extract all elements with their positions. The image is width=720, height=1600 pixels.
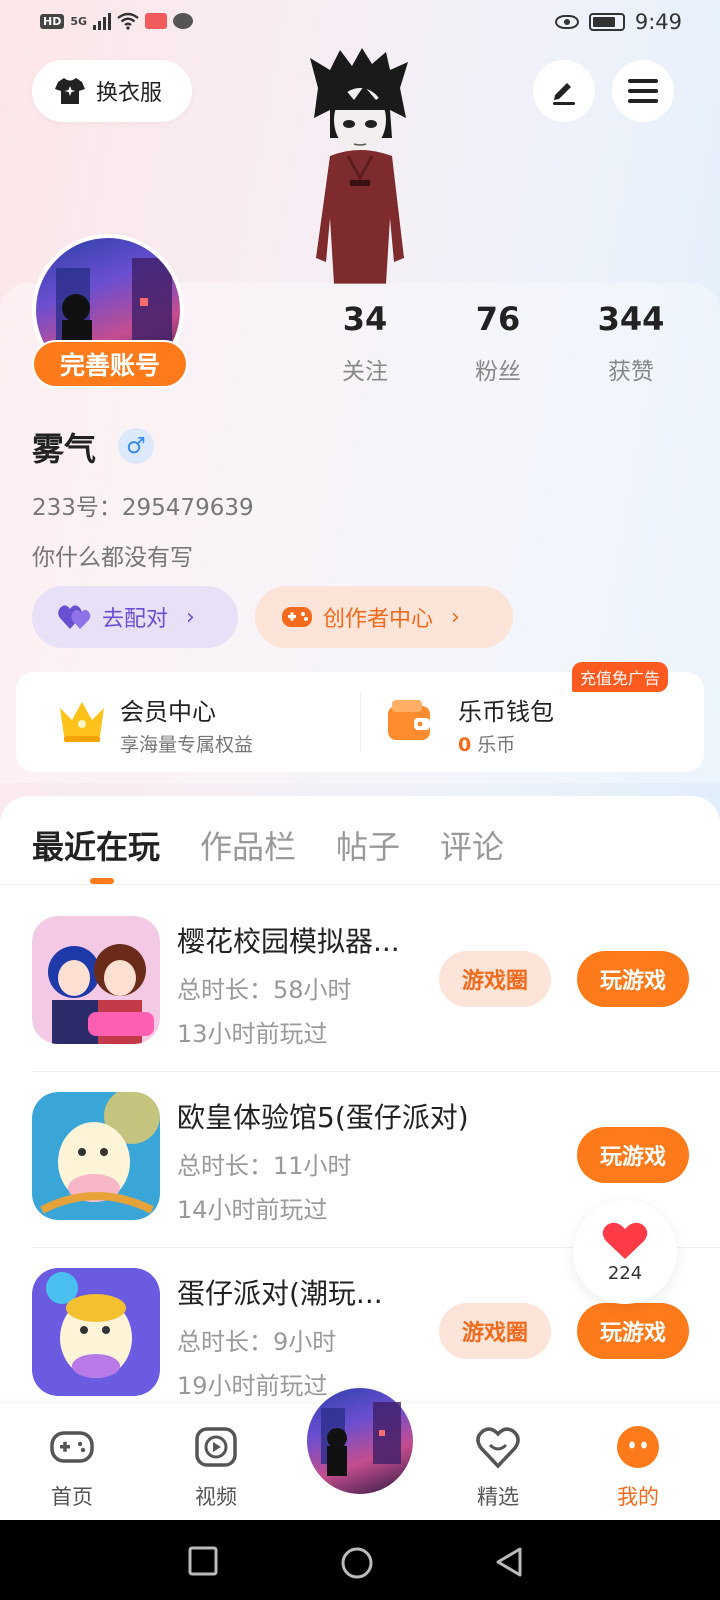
creator-center-button[interactable]: 创作者中心 ›	[255, 586, 513, 648]
like-count: 224	[607, 1262, 643, 1284]
status-right: 9:49	[554, 10, 682, 34]
chevron-right-icon: ›	[451, 604, 460, 630]
play-game-button[interactable]: 玩游戏	[577, 1303, 689, 1359]
change-outfit-label: 换衣服	[96, 81, 163, 106]
crown-icon	[60, 702, 104, 742]
profile-tabs: 最近在玩 作品栏 帖子 评论	[32, 822, 504, 868]
game-duration: 总时长：9小时	[177, 1328, 337, 1356]
member-title: 会员中心	[120, 698, 216, 726]
nav-video-label: 视频	[195, 1485, 237, 1509]
nav-center-avatar-button[interactable]	[303, 1384, 417, 1498]
wallet-title: 乐币钱包	[458, 698, 554, 726]
creator-center-label: 创作者中心	[323, 607, 434, 632]
match-label: 去配对	[102, 607, 169, 632]
coin-unit: 乐币	[477, 734, 516, 756]
nav-me-label: 我的	[617, 1485, 659, 1509]
tab-posts[interactable]: 帖子	[336, 822, 400, 868]
game-icon-eggy-party-trend	[32, 1268, 160, 1396]
stat-following[interactable]: 34 关注	[305, 300, 425, 386]
video-icon	[195, 1427, 237, 1467]
play-game-button[interactable]: 玩游戏	[577, 1127, 689, 1183]
app-notification-icon	[145, 13, 168, 29]
hd-badge: HD	[40, 13, 65, 29]
likes-label: 获赞	[608, 359, 654, 385]
nav-home[interactable]: 首页	[22, 1424, 122, 1511]
game-circle-button[interactable]: 游戏圈	[439, 1303, 551, 1359]
system-navigation-bar	[0, 1520, 720, 1600]
member-wallet-card: 会员中心 享海量专属权益 乐币钱包 0 乐币 充值免广告	[16, 662, 704, 772]
complete-account-badge[interactable]: 完善账号	[32, 340, 188, 388]
nav-home-label: 首页	[51, 1485, 93, 1509]
avatar-character[interactable]	[300, 48, 420, 284]
coin-value: 0	[458, 734, 472, 756]
gamepad-icon	[282, 607, 312, 627]
wallet[interactable]: 乐币钱包 0 乐币 充值免广告	[360, 662, 704, 772]
following-label: 关注	[342, 359, 388, 385]
likes-count: 344	[597, 300, 665, 338]
game-icon-eggy-party	[32, 1092, 160, 1220]
game-last-played: 13小时前玩过	[177, 1020, 328, 1048]
wechat-icon	[173, 13, 194, 29]
game-row[interactable]: 樱花校园模拟器... 总时长：58小时 13小时前玩过 游戏圈 玩游戏	[32, 896, 720, 1072]
male-gender-icon: ♂	[118, 428, 154, 464]
nav-video[interactable]: 视频	[166, 1424, 266, 1511]
eye-icon	[554, 15, 579, 29]
game-circle-button[interactable]: 游戏圈	[439, 951, 551, 1007]
game-duration: 总时长：11小时	[177, 1152, 352, 1180]
edit-icon	[553, 83, 575, 105]
following-count: 34	[342, 300, 388, 338]
stat-likes[interactable]: 344 获赞	[571, 300, 691, 386]
game-name: 欧皇体验馆5(蛋仔派对)	[177, 1101, 469, 1134]
heart-icon	[602, 1222, 648, 1259]
gamepad-icon	[50, 1431, 94, 1463]
wallet-icon	[388, 700, 430, 740]
nav-featured[interactable]: 精选	[448, 1424, 548, 1511]
user-id: 233号：295479639	[32, 495, 254, 521]
game-last-played: 14小时前玩过	[177, 1196, 328, 1224]
home-circle-icon[interactable]	[340, 1546, 374, 1580]
game-icon-sakura	[32, 916, 160, 1044]
tab-comments[interactable]: 评论	[440, 822, 504, 868]
bio[interactable]: 你什么都没有写	[32, 538, 193, 572]
wifi-icon	[117, 12, 139, 30]
clock: 9:49	[634, 10, 682, 34]
like-float-button[interactable]: 224	[573, 1200, 677, 1304]
fans-label: 粉丝	[475, 359, 521, 385]
member-subtitle: 享海量专属权益	[120, 734, 254, 756]
change-outfit-button[interactable]: 换衣服	[32, 60, 192, 122]
tab-recent-played[interactable]: 最近在玩	[32, 822, 160, 868]
menu-button[interactable]	[612, 60, 674, 122]
menu-icon	[628, 79, 658, 103]
game-duration: 总时长：58小时	[177, 976, 352, 1004]
username: 雾气	[32, 430, 97, 468]
center-avatar-image	[321, 1402, 401, 1476]
member-center[interactable]: 会员中心 享海量专属权益	[16, 672, 360, 772]
stat-fans[interactable]: 76 粉丝	[438, 300, 558, 386]
game-name: 樱花校园模拟器...	[177, 925, 400, 958]
signal-icon	[93, 12, 112, 30]
tshirt-icon	[55, 78, 85, 104]
double-heart-icon	[58, 605, 91, 629]
edit-profile-button[interactable]	[533, 60, 595, 122]
back-triangle-icon[interactable]	[494, 1546, 524, 1578]
status-left: HD 5G	[40, 12, 194, 30]
play-game-button[interactable]: 玩游戏	[577, 951, 689, 1007]
me-icon	[617, 1426, 659, 1468]
status-bar: HD 5G 9:49	[0, 0, 720, 48]
network-badge: 5G	[70, 14, 88, 28]
game-name: 蛋仔派对(潮玩...	[177, 1277, 383, 1310]
heart-chat-icon	[476, 1427, 520, 1469]
nav-me[interactable]: 我的	[588, 1424, 688, 1511]
fans-count: 76	[475, 300, 521, 338]
tab-works[interactable]: 作品栏	[200, 822, 296, 868]
battery-icon	[588, 13, 625, 31]
recent-apps-icon[interactable]	[188, 1546, 218, 1576]
game-last-played: 19小时前玩过	[177, 1372, 328, 1400]
match-button[interactable]: 去配对 ›	[32, 586, 238, 648]
nav-featured-label: 精选	[477, 1485, 519, 1509]
chevron-right-icon: ›	[186, 604, 195, 630]
wallet-balance: 0 乐币	[458, 730, 515, 757]
recharge-tag[interactable]: 充值免广告	[572, 662, 669, 692]
tabs-divider	[0, 884, 720, 885]
